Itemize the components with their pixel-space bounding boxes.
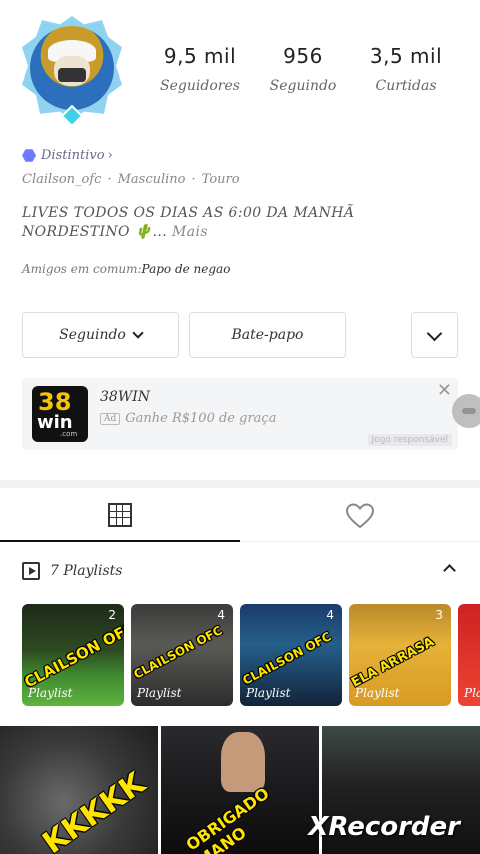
- playlists-row: CLAILSON OFC 2 Playlist CLAILSON OFC 4 P…: [22, 604, 480, 706]
- ad-tag: Ad: [100, 412, 121, 425]
- chevron-down-icon: [132, 327, 144, 339]
- zodiac-sign: Touro: [201, 172, 240, 187]
- likes-stat[interactable]: 3,5 mil Curtidas: [356, 44, 456, 94]
- playlist-icon: [22, 562, 40, 580]
- more-options-button[interactable]: [411, 312, 458, 358]
- playlists-title: 7 Playlists: [50, 563, 123, 579]
- playlist-count: 4: [326, 608, 334, 622]
- tab-liked[interactable]: [240, 490, 480, 542]
- likes-label: Curtidas: [375, 78, 437, 94]
- playlist-card[interactable]: CLAILSON OFC 4 Playlist: [131, 604, 233, 706]
- followers-label: Seguidores: [160, 78, 240, 94]
- playlist-label: Playlist: [246, 686, 291, 700]
- bio-line-2: NORDESTINO 🌵...: [22, 224, 168, 240]
- following-button[interactable]: Seguindo: [22, 312, 179, 358]
- close-icon[interactable]: ✕: [437, 380, 452, 401]
- bio-line-1: LIVES TODOS OS DIAS AS 6:00 DA MANHÃ: [22, 205, 355, 221]
- mutual-friend-name: Papo de negao: [141, 262, 231, 276]
- mutual-friends[interactable]: Amigos em comum:Papo de negao: [22, 262, 230, 276]
- profile-meta: Clailson_ofc · Masculino · Touro: [22, 172, 240, 187]
- playlist-count: 2: [108, 608, 116, 622]
- ad-subtitle: Ad Ganhe R$100 de graça: [100, 411, 276, 426]
- avatar[interactable]: [20, 14, 124, 128]
- heart-icon: [346, 503, 374, 529]
- likes-count: 3,5 mil: [369, 44, 443, 68]
- playlist-count: 3: [435, 608, 443, 622]
- following-label: Seguindo: [269, 78, 337, 94]
- profile-header: 9,5 mil Seguidores 956 Seguindo 3,5 mil …: [0, 0, 480, 140]
- section-divider: [0, 480, 480, 488]
- video-thumbnail[interactable]: KKKKK: [0, 726, 158, 854]
- chevron-right-icon: ›: [107, 148, 113, 163]
- grid-icon: [108, 503, 132, 527]
- playlist-label: Playlist: [355, 686, 400, 700]
- chat-button-label: Bate-papo: [231, 327, 304, 343]
- following-stat[interactable]: 956 Seguindo: [253, 44, 353, 94]
- content-tabs: [0, 490, 480, 542]
- playlist-count: 4: [217, 608, 225, 622]
- chevron-up-icon[interactable]: [443, 564, 456, 577]
- floating-assistant-button[interactable]: [452, 394, 480, 428]
- playlist-card[interactable]: CLAILSON OFC 2 Playlist: [22, 604, 124, 706]
- mutual-friends-label: Amigos em comum:: [22, 262, 142, 276]
- playlist-label: Pla: [464, 686, 480, 700]
- avatar-image: [30, 26, 114, 110]
- playlists-header[interactable]: 7 Playlists: [22, 556, 458, 586]
- chat-button[interactable]: Bate-papo: [189, 312, 346, 358]
- ad-banner[interactable]: 38 win .com 38WIN Ad Ganhe R$100 de graç…: [22, 378, 458, 450]
- bio[interactable]: LIVES TODOS OS DIAS AS 6:00 DA MANHÃ NOR…: [22, 204, 452, 242]
- bio-more-link[interactable]: Mais: [172, 224, 208, 240]
- following-button-label: Seguindo: [59, 327, 126, 343]
- badge-icon: [22, 149, 36, 162]
- recorder-watermark: XRecorder: [308, 812, 460, 842]
- playlist-label: Playlist: [137, 686, 182, 700]
- video-thumbnail[interactable]: OBRIGADO MANO: [161, 726, 319, 854]
- username: Clailson_ofc: [22, 172, 102, 187]
- chevron-down-icon: [426, 325, 443, 341]
- playlist-card[interactable]: Pla: [458, 604, 480, 706]
- gender: Masculino: [117, 172, 186, 187]
- playlist-card[interactable]: ELA ARRASA 3 Playlist: [349, 604, 451, 706]
- badge-label: Distintivo: [41, 148, 105, 163]
- followers-stat[interactable]: 9,5 mil Seguidores: [150, 44, 250, 94]
- playlist-card[interactable]: CLAILSON OFC 4 Playlist: [240, 604, 342, 706]
- badge-link[interactable]: Distintivo ›: [22, 148, 113, 163]
- tab-videos[interactable]: [0, 490, 240, 542]
- ad-logo: 38 win .com: [32, 386, 88, 442]
- ad-responsible-label: Jogo responsável: [367, 434, 452, 446]
- ad-title: 38WIN: [100, 389, 150, 405]
- playlist-label: Playlist: [28, 686, 73, 700]
- followers-count: 9,5 mil: [163, 44, 237, 68]
- following-count: 956: [283, 44, 323, 68]
